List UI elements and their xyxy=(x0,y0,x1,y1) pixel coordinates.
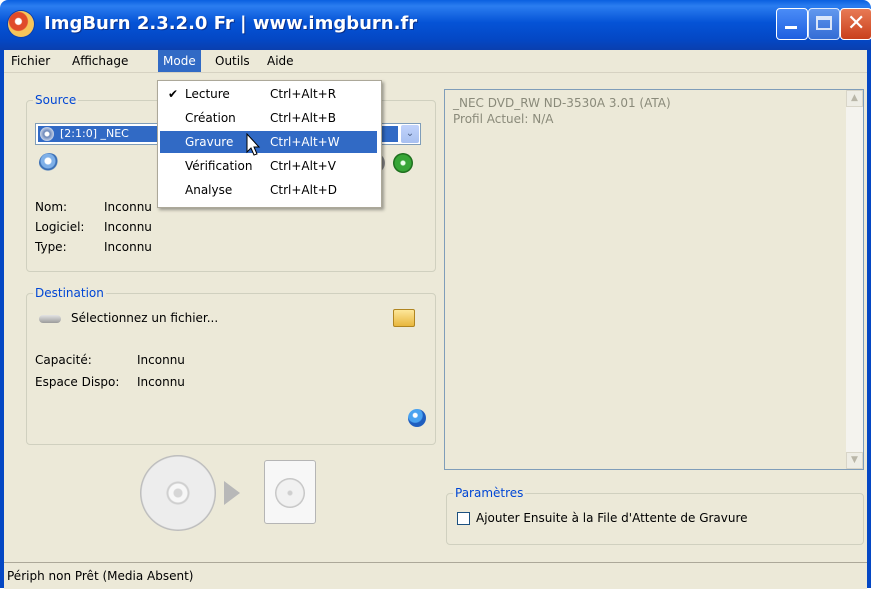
menu-item-label: Analyse xyxy=(185,183,233,197)
folder-icon[interactable] xyxy=(393,309,415,327)
client-area: Fichier Affichage Mode Outils Aide Sourc… xyxy=(4,50,867,589)
drive-icon xyxy=(40,127,54,141)
menu-item-label: Gravure xyxy=(185,135,234,149)
settings-group: Paramètres Ajouter Ensuite à la File d'A… xyxy=(446,486,864,545)
destination-capacity-row: Capacité: Inconnu xyxy=(35,353,185,367)
source-software-key: Logiciel: xyxy=(35,220,85,234)
eject-icon[interactable] xyxy=(393,153,413,173)
source-software-row: Logiciel: Inconnu xyxy=(35,220,152,234)
drive-info-textarea[interactable]: _NEC DVD_RW ND-3530A 3.01 (ATA) Profil A… xyxy=(444,89,864,470)
menu-item-label: Lecture xyxy=(185,87,230,101)
menu-outils[interactable]: Outils xyxy=(210,50,255,72)
menu-item-verification[interactable]: Vérification Ctrl+Alt+V xyxy=(160,155,377,177)
hard-drive-icon xyxy=(39,315,61,323)
menu-item-label: Création xyxy=(185,111,236,125)
source-name-value: Inconnu xyxy=(104,200,152,214)
image-file-icon[interactable] xyxy=(264,460,316,524)
menu-item-gravure[interactable]: Gravure Ctrl+Alt+W xyxy=(160,131,377,153)
mode-menu-dropdown: ✔ Lecture Ctrl+Alt+R Création Ctrl+Alt+B… xyxy=(157,80,382,208)
menu-fichier[interactable]: Fichier xyxy=(6,50,55,72)
disc-icon xyxy=(140,455,216,531)
arrow-right-icon xyxy=(224,481,240,505)
destination-file-input[interactable]: Sélectionnez un fichier... xyxy=(71,311,218,325)
source-name-key: Nom: xyxy=(35,200,68,214)
source-type-key: Type: xyxy=(35,240,67,254)
window-title: ImgBurn 2.3.2.0 Fr | www.imgburn.fr xyxy=(44,13,418,34)
destination-capacity-key: Capacité: xyxy=(35,353,92,367)
menu-item-shortcut: Ctrl+Alt+D xyxy=(270,183,337,197)
status-bar: Périph non Prêt (Media Absent) xyxy=(4,562,867,589)
imgburn-window: ImgBurn 2.3.2.0 Fr | www.imgburn.fr ✕ Fi… xyxy=(0,0,871,589)
queue-burn-label[interactable]: Ajouter Ensuite à la File d'Attente de G… xyxy=(476,511,748,525)
menu-item-label: Vérification xyxy=(185,159,253,173)
menu-bar: Fichier Affichage Mode Outils Aide xyxy=(4,50,867,73)
destination-free-key: Espace Dispo: xyxy=(35,375,120,389)
source-group-label: Source xyxy=(33,93,79,107)
drive-info-line: _NEC DVD_RW ND-3530A 3.01 (ATA) xyxy=(453,96,671,110)
menu-item-creation[interactable]: Création Ctrl+Alt+B xyxy=(160,107,377,129)
destination-free-value: Inconnu xyxy=(137,375,185,389)
maximize-icon xyxy=(816,16,832,30)
menu-affichage[interactable]: Affichage xyxy=(67,50,133,72)
minimize-icon xyxy=(785,26,797,29)
mouse-pointer-icon xyxy=(246,133,261,156)
destination-free-row: Espace Dispo: Inconnu xyxy=(35,375,185,389)
source-drive-text: [2:1:0] _NEC xyxy=(60,127,129,140)
imgburn-disc-icon xyxy=(8,11,34,37)
minimize-button[interactable] xyxy=(776,8,808,40)
source-name-row: Nom: Inconnu xyxy=(35,200,152,214)
scroll-up-icon[interactable]: ▲ xyxy=(846,90,863,107)
source-type-row: Type: Inconnu xyxy=(35,240,152,254)
queue-burn-checkbox[interactable] xyxy=(457,512,470,525)
vertical-scrollbar[interactable]: ▲ ▼ xyxy=(846,90,863,469)
destination-capacity-value: Inconnu xyxy=(137,353,185,367)
window-frame-right xyxy=(867,50,871,588)
menu-item-shortcut: Ctrl+Alt+R xyxy=(270,87,337,101)
scroll-down-icon[interactable]: ▼ xyxy=(846,452,863,469)
source-software-value: Inconnu xyxy=(104,220,152,234)
drive-info-line: Profil Actuel: N/A xyxy=(453,112,554,126)
menu-aide[interactable]: Aide xyxy=(262,50,299,72)
maximize-button[interactable] xyxy=(808,8,840,40)
close-button[interactable]: ✕ xyxy=(840,8,871,40)
check-icon: ✔ xyxy=(168,87,179,101)
menu-item-analyse[interactable]: Analyse Ctrl+Alt+D xyxy=(160,179,377,201)
file-disc-icon xyxy=(275,478,305,508)
title-bar[interactable]: ImgBurn 2.3.2.0 Fr | www.imgburn.fr ✕ xyxy=(0,0,871,50)
menu-item-lecture[interactable]: ✔ Lecture Ctrl+Alt+R xyxy=(160,83,377,105)
menu-item-shortcut: Ctrl+Alt+B xyxy=(270,111,336,125)
destination-group: Destination Sélectionnez un fichier... C… xyxy=(26,286,436,445)
destination-group-label: Destination xyxy=(33,286,106,300)
menu-item-shortcut: Ctrl+Alt+V xyxy=(270,159,336,173)
magnifier-icon[interactable] xyxy=(39,153,59,173)
menu-item-shortcut: Ctrl+Alt+W xyxy=(270,135,340,149)
info-globe-icon[interactable] xyxy=(408,409,426,427)
settings-group-label: Paramètres xyxy=(453,486,526,500)
menu-mode[interactable]: Mode xyxy=(158,50,201,72)
chevron-down-icon[interactable]: ⌄ xyxy=(401,125,419,143)
source-type-value: Inconnu xyxy=(104,240,152,254)
close-icon: ✕ xyxy=(847,11,866,36)
status-text: Périph non Prêt (Media Absent) xyxy=(7,569,194,583)
